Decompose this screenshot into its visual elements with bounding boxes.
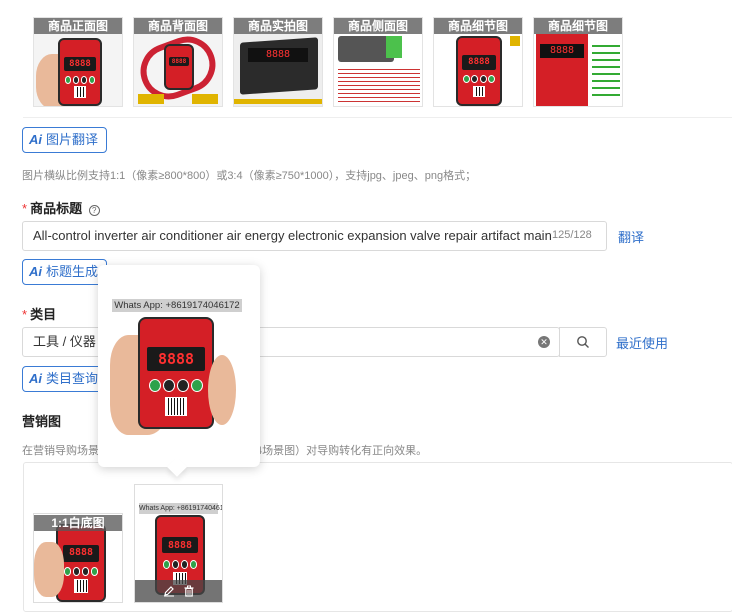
category-label: * 类目 bbox=[22, 307, 57, 322]
white-bg-caption: 1:1白底图 bbox=[34, 515, 122, 531]
scene-watermark: Whats App: +8619174046172 bbox=[139, 503, 223, 514]
product-image-front[interactable]: 8888 商品正面图 bbox=[33, 17, 123, 107]
image-caption: 商品背面图 bbox=[134, 18, 222, 34]
product-image-back[interactable]: 8888 商品背面图 bbox=[133, 17, 223, 107]
delete-icon[interactable] bbox=[183, 585, 195, 597]
recent-used-link[interactable]: 最近使用 bbox=[616, 333, 668, 352]
image-translate-button[interactable]: Ai 图片翻译 bbox=[22, 127, 108, 153]
image-format-hint: 图片横纵比例支持1:1（像素≥800*800）或3:4（像素≥750*1000）… bbox=[22, 170, 477, 182]
title-input-value: All-control inverter air conditioner air… bbox=[33, 228, 556, 243]
category-query-button[interactable]: Ai 类目查询 bbox=[22, 366, 108, 392]
category-search-button[interactable] bbox=[559, 327, 607, 357]
ai-icon: Ai bbox=[29, 264, 42, 279]
product-image-gallery: 8888 商品正面图 8888 商品背面图 8888 商品实拍图 商品侧面图 8… bbox=[23, 6, 732, 118]
image-preview-popover: Whats App: +8619174046172 8888 bbox=[98, 265, 260, 467]
title-generate-button[interactable]: Ai 标题生成 bbox=[22, 259, 108, 285]
preview-image: 8888 bbox=[110, 315, 248, 437]
product-image-detail-2[interactable]: 8888 商品细节图 bbox=[533, 17, 623, 107]
search-icon bbox=[577, 336, 589, 348]
title-counter: 125/128 bbox=[552, 229, 592, 241]
title-label: * 商品标题 ? bbox=[22, 198, 100, 217]
ai-icon: Ai bbox=[29, 371, 42, 386]
clear-icon[interactable]: ✕ bbox=[538, 336, 550, 348]
image-caption: 商品细节图 bbox=[434, 18, 522, 34]
image-toolbar bbox=[135, 580, 222, 602]
image-caption: 商品侧面图 bbox=[334, 18, 422, 34]
product-image-detail-1[interactable]: 8888 商品细节图 bbox=[433, 17, 523, 107]
title-input[interactable]: All-control inverter air conditioner air… bbox=[22, 221, 607, 251]
product-image-side[interactable]: 商品侧面图 bbox=[333, 17, 423, 107]
image-caption: 商品细节图 bbox=[534, 18, 622, 34]
edit-icon[interactable] bbox=[163, 585, 175, 597]
preview-watermark: Whats App: +8619174046172 bbox=[112, 299, 242, 312]
marketing-image-area bbox=[23, 462, 732, 612]
product-image-real[interactable]: 8888 商品实拍图 bbox=[233, 17, 323, 107]
white-bg-image[interactable]: 8888 1:1白底图 bbox=[33, 513, 123, 603]
help-icon[interactable]: ? bbox=[88, 205, 100, 216]
image-caption: 商品正面图 bbox=[34, 18, 122, 34]
category-value: 工具 / 仪器 bbox=[33, 334, 96, 349]
ai-icon: Ai bbox=[29, 132, 42, 147]
marketing-hint-right: 4场景图）对导购转化有正向效果。 bbox=[256, 445, 428, 457]
scene-image[interactable]: Whats App: +8619174046172 8888 bbox=[134, 484, 223, 603]
marketing-hint-left: 在营销导购场景 bbox=[22, 445, 99, 457]
marketing-label: 营销图 bbox=[22, 414, 62, 429]
image-caption: 商品实拍图 bbox=[234, 18, 322, 34]
translate-link[interactable]: 翻译 bbox=[618, 227, 644, 246]
